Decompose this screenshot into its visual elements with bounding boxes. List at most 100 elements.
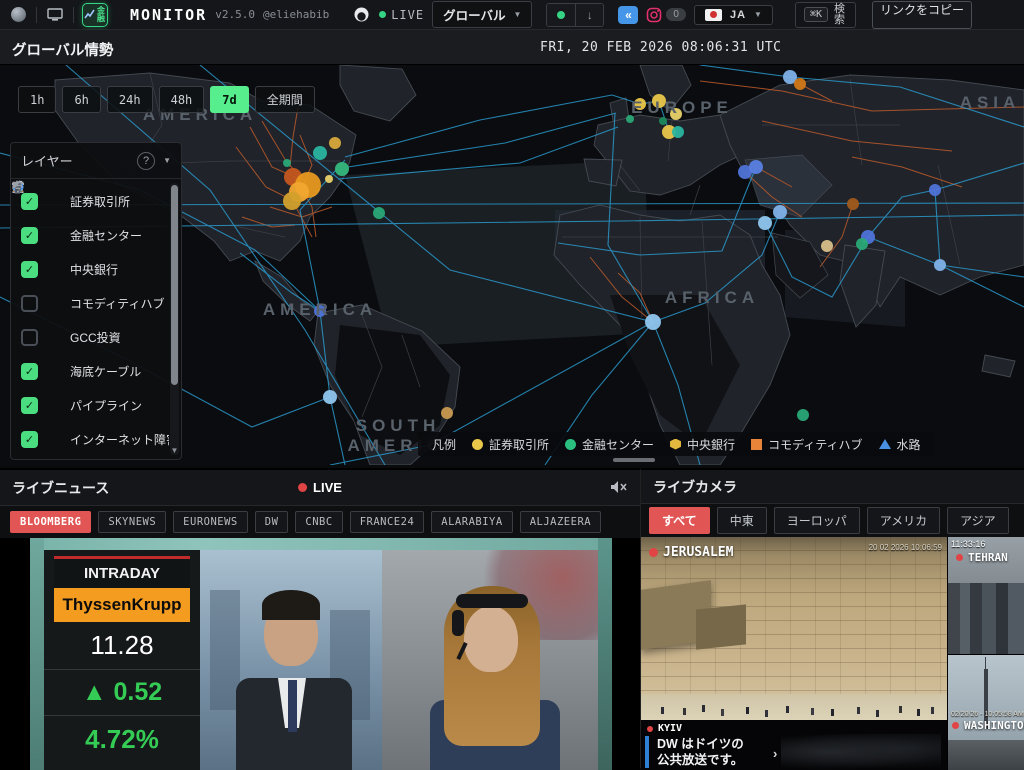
copy-link-button[interactable]: リンクをコピー (872, 1, 972, 29)
search-kbd: ⌘K (804, 7, 828, 22)
map-event-dot[interactable] (283, 192, 301, 210)
news-tab-cnbc[interactable]: CNBC (295, 511, 342, 533)
news-tab-france24[interactable]: FRANCE24 (350, 511, 425, 533)
map-event-dot[interactable] (773, 205, 787, 219)
record-button[interactable] (547, 4, 575, 26)
finance-mode-tile[interactable]: 金融 (82, 3, 108, 27)
camera-tab-4[interactable]: アジア (947, 507, 1009, 534)
help-icon[interactable]: ? (137, 152, 155, 170)
github-icon[interactable] (351, 5, 371, 25)
layer-row-cable[interactable]: ✓海底ケーブル (21, 354, 169, 388)
map-event-dot[interactable] (329, 137, 341, 149)
muted-speaker-icon[interactable] (610, 480, 628, 494)
live-dot (379, 11, 386, 18)
map-event-dot[interactable] (335, 162, 349, 176)
time-range-全期間[interactable]: 全期間 (255, 86, 315, 113)
news-tab-skynews[interactable]: SKYNEWS (98, 511, 166, 533)
camera-tab-0[interactable]: すべて (649, 507, 710, 534)
map-event-dot[interactable] (749, 160, 763, 174)
layer-row-moneybag[interactable]: ✓$金融センター (21, 218, 169, 252)
time-range-24h[interactable]: 24h (107, 86, 153, 113)
layer-checkbox[interactable]: ✓ (21, 397, 38, 414)
instagram-counter[interactable]: 0 (646, 7, 686, 23)
map-event-dot[interactable] (797, 409, 809, 421)
legend-item-4: 水路 (879, 436, 921, 453)
map-event-dot[interactable] (672, 126, 684, 138)
time-range-7d[interactable]: 7d (210, 86, 248, 113)
map-event-dot[interactable] (847, 198, 859, 210)
map-event-dot[interactable] (794, 78, 806, 90)
layer-list: ✓証券取引所✓$金融センター✓中央銀行コモディティハブGCC投資✓海底ケーブル✓… (11, 180, 169, 459)
region-selector[interactable]: グローバル▼ (432, 1, 532, 28)
map-event-dot[interactable] (323, 390, 337, 404)
map-event-dot[interactable] (934, 259, 946, 271)
map-event-dot[interactable] (645, 314, 661, 330)
map-event-dot[interactable] (929, 184, 941, 196)
time-range-48h[interactable]: 48h (159, 86, 205, 113)
collapse-chevron-icon[interactable]: ▼ (163, 156, 171, 165)
satellite-icon (47, 432, 61, 446)
layer-row-bank[interactable]: ✓中央銀行 (21, 252, 169, 286)
camera-feed-kyiv[interactable]: KYIV DW はドイツの 公共放送です。 › (641, 720, 947, 770)
legend-label: 水路 (897, 436, 921, 453)
layer-checkbox[interactable] (21, 295, 38, 312)
layer-label: コモディティハブ (70, 295, 164, 312)
map-event-dot[interactable] (313, 146, 327, 160)
camera-tab-1[interactable]: 中東 (717, 507, 767, 534)
layer-checkbox[interactable]: ✓ (21, 193, 38, 210)
camera-feed-tehran[interactable]: 11:33:16 TEHRAN (947, 537, 1024, 654)
layer-panel-header[interactable]: レイヤー ? ▼ (11, 143, 181, 179)
layer-row-satellite[interactable]: ✓インターネット障害 (21, 422, 169, 456)
news-tab-alarabiya[interactable]: ALARABIYA (431, 511, 512, 533)
layer-row-package[interactable]: コモディティハブ (21, 286, 169, 320)
layer-checkbox[interactable] (21, 329, 38, 346)
chevron-right-icon[interactable]: › (773, 746, 777, 761)
layer-row-pipeline[interactable]: ✓パイプライン (21, 388, 169, 422)
news-video-player[interactable]: INTRADAY ThyssenKrupp 11.28 ▲ 0.52 4.72% (0, 538, 640, 770)
scroll-down-arrow-icon[interactable]: ▼ (170, 446, 179, 455)
layer-label: 証券取引所 (70, 193, 130, 210)
world-map[interactable]: AMERICAEUROPEASIAAFRICAAMERICASOUTHAMERI… (0, 65, 1024, 465)
page-title: グローバル情勢 (12, 39, 113, 60)
monitor-icon[interactable] (45, 5, 65, 25)
map-event-dot[interactable] (758, 216, 772, 230)
layer-checkbox[interactable]: ✓ (21, 431, 38, 448)
layer-checkbox[interactable]: ✓ (21, 227, 38, 244)
legend-item-1: 金融センター (565, 436, 654, 453)
map-event-dot[interactable] (821, 240, 833, 252)
layer-row-exchange[interactable]: ✓ 証券取引所 (21, 184, 169, 218)
language-selector[interactable]: JA ▼ (694, 5, 773, 25)
cameras-header: ライブカメラ (641, 470, 1024, 504)
time-range-1h[interactable]: 1h (18, 86, 56, 113)
layer-checkbox[interactable]: ✓ (21, 261, 38, 278)
search-button[interactable]: ⌘K 検索 (795, 2, 856, 28)
map-event-dot[interactable] (856, 238, 868, 250)
live-red-dot (647, 726, 653, 732)
map-event-dot[interactable] (373, 207, 385, 219)
news-tab-bloomberg[interactable]: BLOOMBERG (10, 511, 91, 533)
news-tab-dw[interactable]: DW (255, 511, 289, 533)
layer-row-globe[interactable]: GCC投資 (21, 320, 169, 354)
camera-feed-jerusalem[interactable]: JERUSALEM 20 02 2026 10:06:59 (641, 537, 947, 720)
globe-icon[interactable] (8, 5, 28, 25)
stock-change: ▲ 0.52 (44, 670, 200, 716)
camera-tab-2[interactable]: ヨーロッパ (774, 507, 860, 534)
time-range-6h[interactable]: 6h (62, 86, 100, 113)
layer-checkbox[interactable]: ✓ (21, 363, 38, 380)
map-event-dot[interactable] (325, 175, 333, 183)
news-tab-euronews[interactable]: EURONEWS (173, 511, 248, 533)
camera-tab-3[interactable]: アメリカ (867, 507, 940, 534)
scrollbar-thumb[interactable] (171, 185, 178, 385)
map-event-dot[interactable] (283, 159, 291, 167)
map-event-dot[interactable] (659, 117, 667, 125)
layer-scrollbar[interactable]: ▼ (170, 183, 179, 455)
download-button[interactable]: ↓ (575, 4, 603, 26)
layer-row-weather[interactable]: ✓気象警報 (21, 456, 169, 459)
map-event-dot[interactable] (441, 407, 453, 419)
camera-feed-washington[interactable]: 02/20/26 - 10:05:58 AM WASHINGTON (947, 654, 1024, 770)
news-tab-aljazeera[interactable]: ALJAZEERA (520, 511, 601, 533)
rewind-share-button[interactable]: « (618, 5, 638, 25)
divider (73, 7, 74, 23)
map-scroll-pill[interactable] (613, 458, 655, 462)
legend-circle-icon (565, 439, 576, 450)
